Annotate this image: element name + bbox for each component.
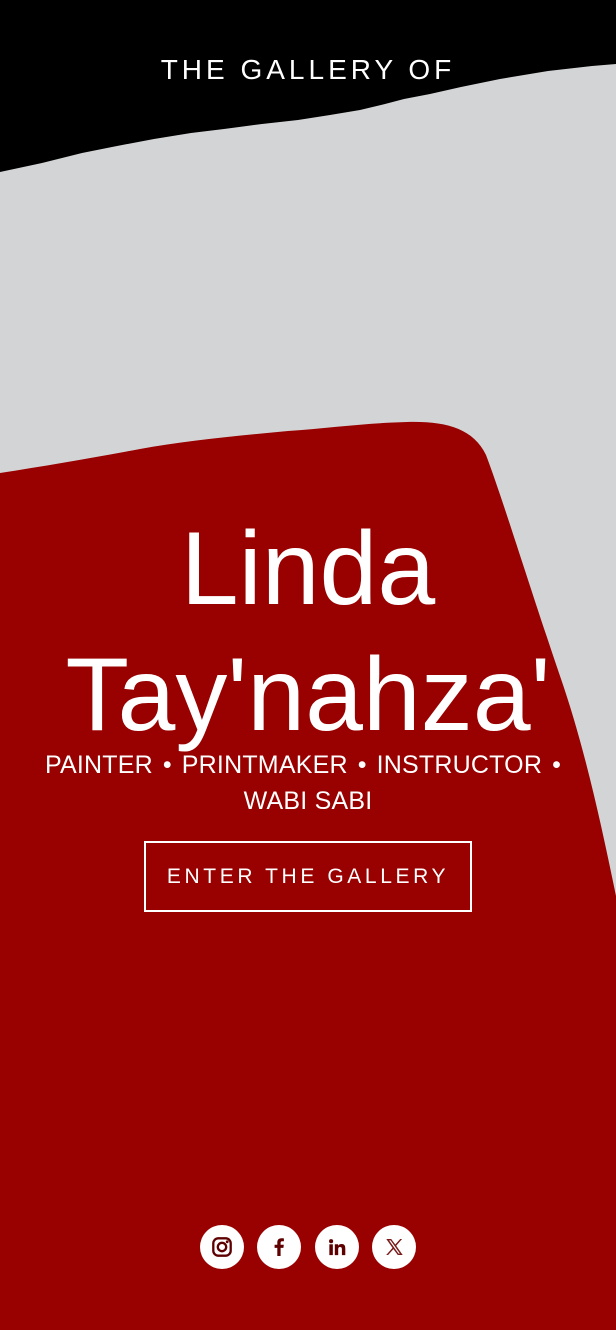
- role-separator: •: [162, 751, 172, 779]
- instagram-icon: [212, 1237, 232, 1257]
- role-painter: PAINTER: [44, 751, 153, 779]
- artist-name: Linda Tay'nahza': [0, 506, 616, 758]
- instagram-link[interactable]: [200, 1225, 244, 1269]
- x-icon: [386, 1239, 403, 1255]
- enter-gallery-button[interactable]: ENTER THE GALLERY: [144, 841, 472, 912]
- role-printmaker: PRINTMAKER: [181, 751, 348, 779]
- facebook-link[interactable]: [257, 1225, 302, 1269]
- social-links: [200, 1225, 416, 1269]
- role-separator: •: [357, 751, 367, 779]
- artist-first-name: Linda: [180, 510, 436, 627]
- role-wabi-sabi: WABI SABI: [243, 787, 373, 815]
- artist-last-name: Tay'nahza': [65, 636, 551, 753]
- x-link[interactable]: [371, 1225, 416, 1269]
- linkedin-link[interactable]: [314, 1225, 359, 1269]
- gallery-eyebrow: THE GALLERY OF: [160, 54, 456, 86]
- facebook-icon: [274, 1238, 285, 1256]
- linkedin-icon: [328, 1239, 345, 1256]
- role-instructor: INSTRUCTOR: [376, 751, 543, 779]
- artist-roles: PAINTER • PRINTMAKER • INSTRUCTOR • WABI SABI: [40, 747, 576, 819]
- hero-section: THE GALLERY OF Linda Tay'nahza' PAINTER •…: [0, 0, 616, 1330]
- role-separator: •: [552, 751, 562, 779]
